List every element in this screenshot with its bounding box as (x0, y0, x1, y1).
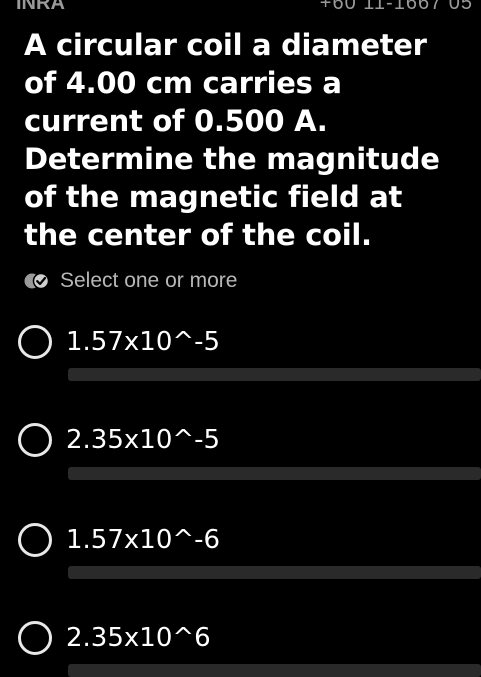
status-phone-number: +60 11-1667 05 (319, 0, 473, 14)
option-label: 1.57x10^-5 (66, 327, 221, 357)
option-divider (68, 467, 481, 480)
option-divider (68, 566, 481, 579)
option-label: 1.57x10^-6 (66, 525, 221, 555)
option-4[interactable]: 2.35x10^6 (18, 608, 481, 668)
question-text: A circular coil a diameter of 4.00 cm ca… (24, 28, 440, 252)
option-label: 2.35x10^6 (66, 623, 211, 653)
radio-button[interactable] (18, 523, 52, 557)
radio-button[interactable] (18, 325, 52, 359)
radio-button[interactable] (18, 423, 52, 457)
option-3[interactable]: 1.57x10^-6 (18, 510, 481, 570)
radio-button[interactable] (18, 621, 52, 655)
double-check-icon (24, 271, 50, 291)
option-2[interactable]: 2.35x10^-5 (18, 410, 481, 470)
option-1[interactable]: 1.57x10^-5 (18, 312, 481, 372)
option-divider (68, 368, 481, 381)
status-bar: INRA +60 11-1667 05 (0, 0, 481, 14)
option-label: 2.35x10^-5 (66, 425, 221, 455)
status-left-text: INRA (16, 0, 65, 14)
option-divider (68, 664, 481, 677)
selection-hint: Select one or more (24, 264, 237, 298)
selection-hint-label: Select one or more (60, 269, 238, 292)
